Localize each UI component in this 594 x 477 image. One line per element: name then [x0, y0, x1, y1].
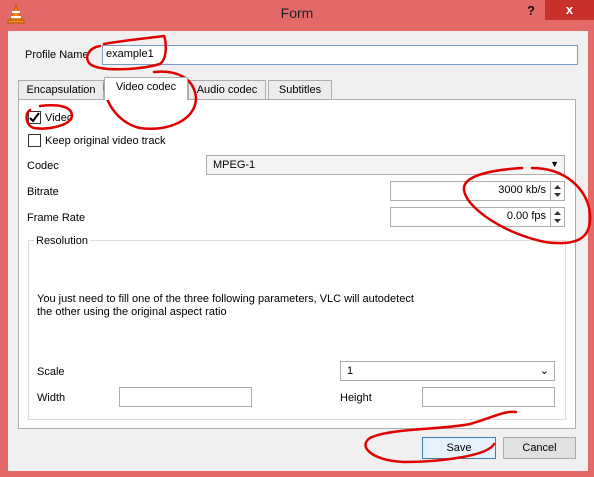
frame-rate-input[interactable]: 0.00 fps	[390, 207, 565, 227]
bitrate-input[interactable]: 3000 kb/s	[390, 181, 565, 201]
close-button[interactable]: x	[545, 0, 594, 20]
tab-audio-codec[interactable]: Audio codec	[188, 80, 266, 100]
spin-up-icon	[554, 185, 561, 189]
tab-encapsulation[interactable]: Encapsulation	[18, 80, 104, 100]
frame-rate-spinner[interactable]	[550, 207, 564, 227]
bitrate-value: 3000 kb/s	[498, 184, 546, 196]
save-button[interactable]: Save	[422, 437, 496, 459]
bitrate-spinner[interactable]	[550, 181, 564, 201]
resolution-info-line1: You just need to fill one of the three f…	[37, 293, 414, 305]
height-label: Height	[340, 392, 372, 404]
keep-original-checkbox[interactable]	[28, 134, 41, 147]
width-label: Width	[37, 392, 66, 404]
video-checkbox[interactable]	[28, 111, 41, 124]
chevron-down-icon: ⌄	[539, 365, 549, 377]
bitrate-label: Bitrate	[27, 186, 59, 198]
width-input[interactable]	[119, 387, 252, 407]
video-checkbox-label: Video	[45, 112, 73, 124]
scale-select[interactable]: 1 ⌄	[340, 361, 555, 381]
spin-up-icon	[554, 211, 561, 215]
tab-subtitles[interactable]: Subtitles	[268, 80, 332, 100]
keep-original-label: Keep original video track	[45, 135, 166, 147]
codec-select[interactable]: MPEG-1 ▼	[206, 155, 565, 175]
tab-video-codec[interactable]: Video codec	[104, 77, 188, 100]
profile-name-label: Profile Name	[25, 49, 89, 61]
scale-label: Scale	[37, 366, 65, 378]
chevron-down-icon: ▼	[550, 159, 559, 169]
resolution-info-line2: the other using the original aspect rati…	[37, 306, 227, 318]
codec-value: MPEG-1	[213, 159, 256, 171]
frame-rate-value: 0.00 fps	[506, 210, 546, 222]
spin-down-icon	[554, 193, 561, 197]
check-icon	[29, 112, 40, 123]
profile-name-input[interactable]: example1	[102, 45, 578, 65]
help-button[interactable]: ?	[524, 3, 538, 21]
window-title: Form	[280, 5, 314, 21]
cancel-button[interactable]: Cancel	[503, 437, 576, 459]
codec-label: Codec	[27, 160, 59, 172]
frame-rate-label: Frame Rate	[27, 212, 86, 224]
scale-value: 1	[347, 365, 354, 377]
resolution-title: Resolution	[34, 235, 90, 247]
spin-down-icon	[554, 219, 561, 223]
height-input[interactable]	[422, 387, 555, 407]
